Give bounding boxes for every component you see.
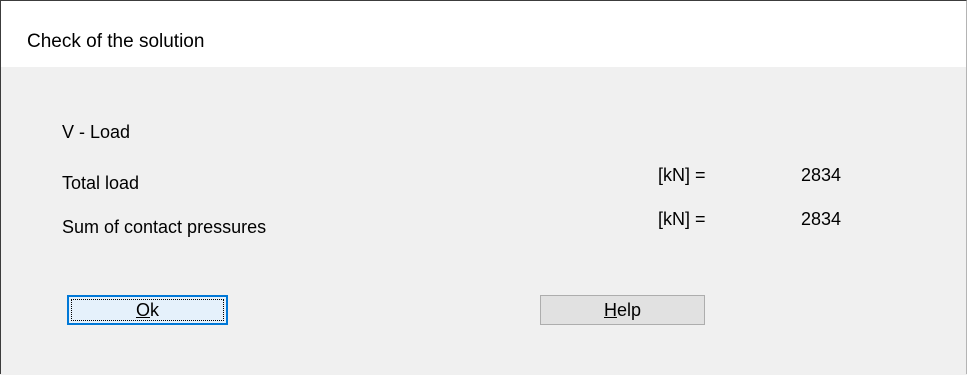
help-button-label: Help (603, 299, 642, 320)
ok-button[interactable]: Ok (67, 295, 228, 325)
contact-pressures-unit: [kN] = (658, 209, 706, 229)
dialog-window: Check of the solution V - Load Total loa… (0, 0, 967, 374)
total-load-value: 2834 (800, 165, 841, 185)
focus-rectangle (71, 299, 224, 321)
title-bar: Check of the solution (1, 1, 966, 67)
section-label: V - Load (62, 122, 131, 142)
total-load-label: Total load (62, 173, 140, 193)
dialog-title: Check of the solution (27, 31, 205, 52)
help-button[interactable]: Help (540, 295, 705, 325)
total-load-unit: [kN] = (658, 165, 706, 185)
contact-pressures-label: Sum of contact pressures (62, 217, 267, 237)
contact-pressures-value: 2834 (800, 209, 841, 229)
